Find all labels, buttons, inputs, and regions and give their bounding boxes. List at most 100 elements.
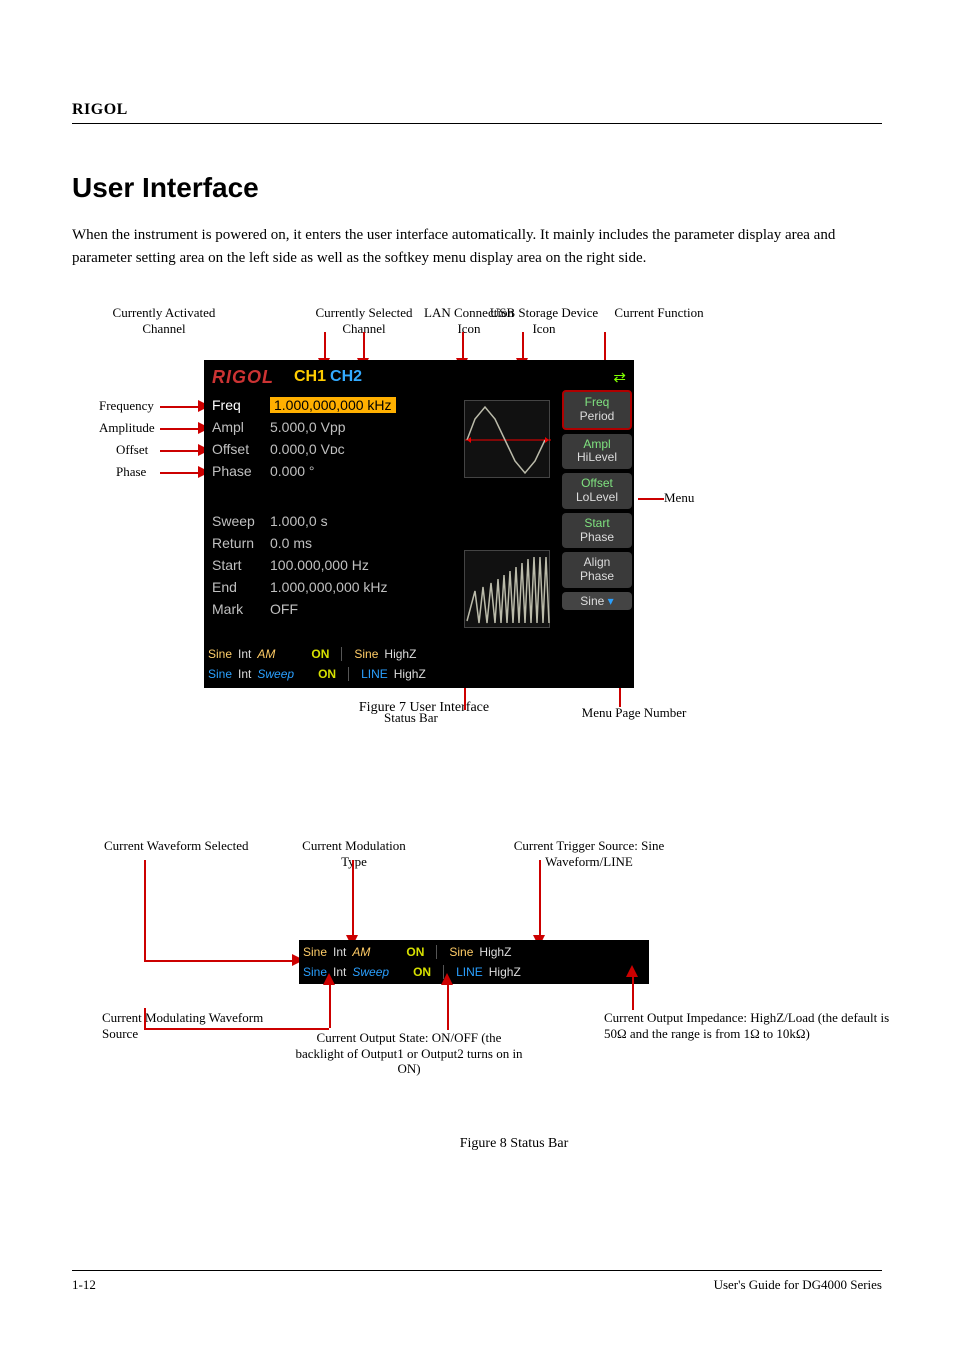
sb-src: Int [333,965,346,979]
device-screen: RIGOL CH1CH2 ⇄ Freq 1.000,000,000 kHz Am… [204,360,634,688]
arrow-line [144,960,294,962]
callout-ch-active: Currently Activated Channel [104,305,224,336]
callout-current-fn: Current Function [614,305,704,321]
arrow-line [632,975,634,1010]
softkey-line: Freq [566,396,628,410]
footer-title: User's Guide for DG4000 Series [714,1277,882,1293]
sb-imp: HighZ [394,667,426,681]
arrow-line [144,1008,146,1028]
param-label: Freq [212,397,270,413]
callout-output-imp: Current Output Impedance: HighZ/Load (th… [604,1010,894,1041]
sb-wave: Sine [208,667,232,681]
softkey-label: Sine [580,594,604,608]
arrow-line [462,332,464,360]
arrow-line [324,332,326,360]
softkey-freq-period[interactable]: Freq Period [562,390,632,430]
softkey-line: LoLevel [564,491,630,505]
softkey-offset-lolvl[interactable]: Offset LoLevel [562,473,632,509]
callout-status-bar: Status Bar [384,710,438,726]
softkey-line: Ampl [564,438,630,452]
figure-1: Currently Activated Channel Currently Se… [164,360,684,716]
sb-mod: Sweep [257,667,294,681]
param-value: OFF [270,601,298,617]
status-bar-ch2: Sine Int Sweep ON LINE HighZ [208,664,630,684]
status-bar-ch1: Sine Int AM ON Sine HighZ [208,644,630,664]
softkey-align-phase[interactable]: Align Phase [562,552,632,588]
status-bar-detail: Sine Int AM ON Sine HighZ Sine Int Sweep… [299,940,649,984]
arrow-line [363,332,365,360]
arrow-up-icon [441,973,453,985]
sweep-row: Sweep 1.000,0 s [212,510,457,532]
param-row-phase[interactable]: Phase 0.000 ° [212,460,457,482]
param-label: Sweep [212,513,270,529]
callout-mod-src: Current Modulating Waveform Source [102,1010,272,1041]
sb-wave: Sine [303,945,327,959]
softkey-start-phase[interactable]: Start Phase [562,513,632,549]
ch1-tab[interactable]: CH1 [294,368,326,385]
brand-text: RIGOL [72,101,128,118]
arrow-line [638,498,664,500]
sb-mod: AM [257,647,275,661]
callout-mod-type: Current Modulation Type [289,838,419,869]
sb-mod: Sweep [352,965,389,979]
ch2-tab[interactable]: CH2 [330,368,362,385]
softkey-line: Phase [564,570,630,584]
sb-on: ON [311,647,329,661]
sb-wave: Sine [208,647,232,661]
dropdown-arrow-icon: ▾ [608,594,614,608]
param-label: Return [212,535,270,551]
softkey-line: HiLevel [564,451,630,465]
softkey-line: Phase [564,531,630,545]
param-label: Offset [212,441,270,457]
param-value: 1.000,0 s [270,513,328,529]
callout-usb: USB Storage Device Icon [489,305,599,336]
status-bar-ch1: Sine Int AM ON Sine HighZ [303,942,645,962]
intro-paragraph: When the instrument is powered on, it en… [72,224,882,271]
figure-2: Current Waveform Selected Current Modula… [164,870,864,914]
param-value: 5.000,0 Vpp [270,419,346,435]
arrow-up-icon [323,973,335,985]
sb-src: Int [333,945,346,959]
sb-src: Int [238,647,251,661]
softkey-line: Period [566,410,628,424]
callout-freq: Frequency [99,398,154,414]
callout-ampl: Amplitude [99,420,155,436]
screen-brand: RIGOL [212,367,274,388]
callout-trig-src: Current Trigger Source: Sine Waveform/LI… [494,838,684,869]
softkey-wave-type[interactable]: Sine ▾ [562,592,632,610]
param-table: Freq 1.000,000,000 kHz Ampl 5.000,0 Vpp … [212,394,457,482]
sweep-row: Mark OFF [212,598,457,620]
softkey-line: Start [564,517,630,531]
arrow-line [352,860,354,937]
sb-on: ON [318,667,336,681]
param-row-ampl[interactable]: Ampl 5.000,0 Vpp [212,416,457,438]
param-value: 1.000,000,000 kHz [270,397,396,413]
param-row-freq[interactable]: Freq 1.000,000,000 kHz [212,394,457,416]
softkey-column: Freq Period Ampl HiLevel Offset LoLevel … [562,390,632,610]
param-label: End [212,579,270,595]
sb-imp: HighZ [479,945,511,959]
page-number: 1-12 [72,1277,96,1293]
usb-icon: ⇄ [613,368,626,386]
param-value: 0.0 ms [270,535,312,551]
sb-src: Int [238,667,251,681]
callout-menu: Menu [664,490,694,506]
param-label: Mark [212,601,270,617]
sb-mod: AM [352,945,370,959]
softkey-line: Align [564,556,630,570]
param-value: 1.000,000,000 kHz [270,579,388,595]
callout-offs: Offset [116,442,148,458]
arrow-line [160,472,200,474]
arrow-line [329,983,331,1028]
param-row-offset[interactable]: Offset 0.000,0 Vᴅᴄ [212,438,457,460]
sb-imp: HighZ [489,965,521,979]
sweep-row: End 1.000,000,000 kHz [212,576,457,598]
callout-wave-sel: Current Waveform Selected [104,838,264,854]
param-value: 0.000,0 Vᴅᴄ [270,441,345,457]
figure-2-caption: Figure 8 Status Bar [164,1136,864,1152]
sweep-row: Return 0.0 ms [212,532,457,554]
callout-menu-page: Menu Page Number [579,705,689,721]
softkey-ampl-hilvl[interactable]: Ampl HiLevel [562,434,632,470]
status-bar-ch2: Sine Int Sweep ON LINE HighZ [303,962,645,982]
sb-on: ON [406,945,424,959]
